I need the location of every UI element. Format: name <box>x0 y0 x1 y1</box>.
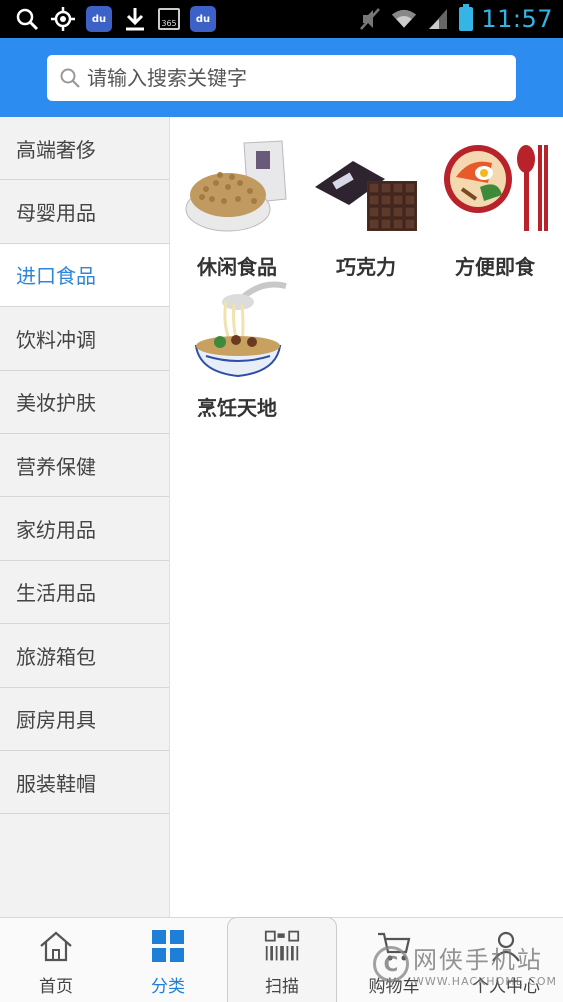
subcategory-snacks[interactable]: 休闲食品 <box>177 139 297 280</box>
sidebar-item-beverages[interactable]: 饮料冲调 <box>0 307 169 371</box>
subcategory-chocolate[interactable]: 巧克力 <box>306 139 426 280</box>
wifi-icon <box>391 6 417 32</box>
watermark-logo: C <box>372 946 409 982</box>
signal-icon <box>425 6 451 32</box>
status-bar: du 365 du 11:57 <box>0 0 563 38</box>
sidebar-item-luxury[interactable]: 高端奢侈 <box>0 117 169 181</box>
nav-label: 分类 <box>151 977 185 997</box>
subcategory-label: 巧克力 <box>336 255 396 279</box>
barcode-icon <box>264 928 300 964</box>
calendar-icon: 365 <box>158 8 180 30</box>
search-icon <box>14 6 40 32</box>
search-input[interactable] <box>87 66 487 90</box>
sidebar-item-baby[interactable]: 母婴用品 <box>0 180 169 244</box>
sidebar-item-imported-food[interactable]: 进口食品 <box>0 243 169 308</box>
battery-icon <box>459 4 474 31</box>
baidu-icon: du <box>86 6 112 32</box>
subcategory-label: 方便即食 <box>455 255 535 279</box>
mute-icon <box>357 6 383 32</box>
grid-icon <box>150 928 186 964</box>
nav-label: 扫描 <box>265 977 299 997</box>
sidebar-item-health[interactable]: 营养保健 <box>0 434 169 498</box>
notification-icons: du 365 du <box>14 4 216 34</box>
watermark-text: 网侠手机站 <box>412 946 543 974</box>
instant-food-image <box>444 145 548 231</box>
subcategory-instant-food[interactable]: 方便即食 <box>435 139 555 280</box>
subcategory-grid: 休闲食品 巧克力 方便即食 烹饪天地 <box>170 117 563 917</box>
system-icons: 11:57 <box>357 3 553 35</box>
clock: 11:57 <box>481 5 553 33</box>
nav-scan[interactable]: 扫描 <box>232 918 332 1002</box>
nav-category[interactable]: 分类 <box>118 918 218 1002</box>
sidebar-item-luggage[interactable]: 旅游箱包 <box>0 624 169 688</box>
subcategory-label: 休闲食品 <box>197 255 277 279</box>
header <box>0 38 563 117</box>
search-box[interactable] <box>47 55 516 101</box>
snack-food-image <box>185 140 287 232</box>
sidebar-item-daily-goods[interactable]: 生活用品 <box>0 561 169 625</box>
subcategory-label: 烹饪天地 <box>197 396 277 420</box>
watermark-url: WWW.HACKHOME.COM <box>412 975 557 988</box>
sidebar-item-home-textiles[interactable]: 家纺用品 <box>0 497 169 561</box>
baidu-icon: du <box>190 6 216 32</box>
chocolate-image <box>315 161 417 231</box>
download-icon <box>122 6 148 32</box>
watermark: C 网侠手机站 WWW.HACKHOME.COM <box>372 940 557 988</box>
sidebar-item-apparel[interactable]: 服装鞋帽 <box>0 751 169 815</box>
subcategory-cooking[interactable]: 烹饪天地 <box>177 280 297 421</box>
nav-home[interactable]: 首页 <box>6 918 106 1002</box>
sidebar-item-kitchenware[interactable]: 厨房用具 <box>0 688 169 751</box>
category-sidebar: 高端奢侈 母婴用品 进口食品 饮料冲调 美妆护肤 营养保健 家纺用品 生活用品 … <box>0 117 170 917</box>
nav-label: 首页 <box>39 977 73 997</box>
sidebar-item-beauty[interactable]: 美妆护肤 <box>0 371 169 434</box>
bottom-nav: 首页 分类 扫描 购物车 个人中心 C 网侠手机站 WWW.HACKHOME.C… <box>0 917 563 1002</box>
search-icon <box>60 68 80 88</box>
home-icon <box>38 928 74 964</box>
cooking-image <box>194 281 287 378</box>
location-icon <box>50 6 76 32</box>
